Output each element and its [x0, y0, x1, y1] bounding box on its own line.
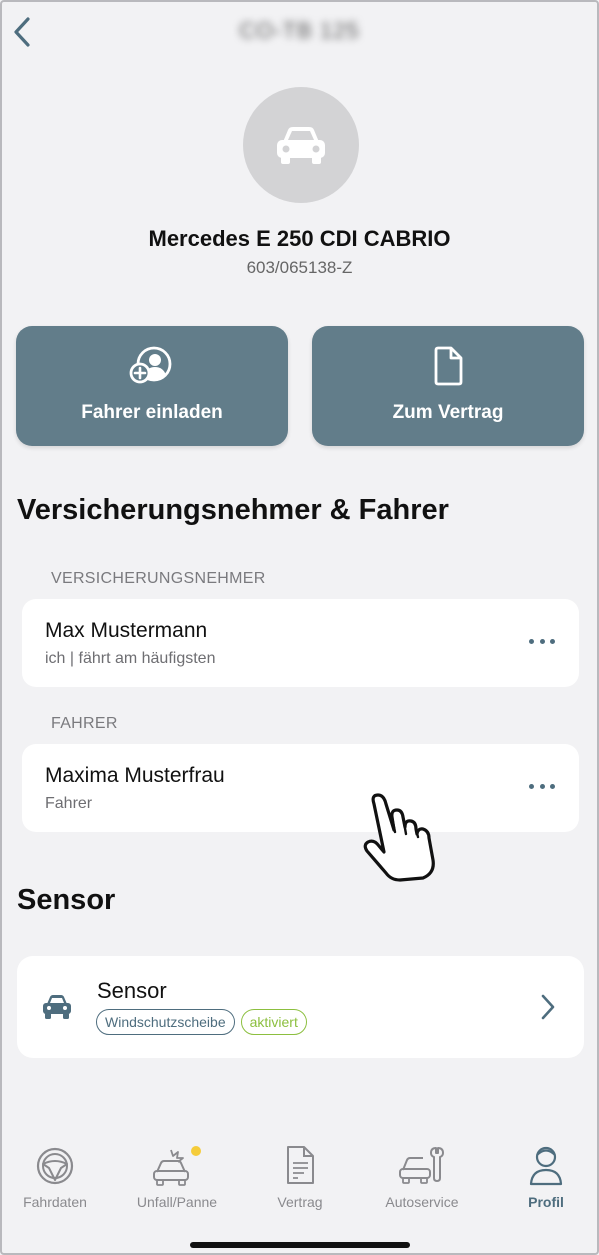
bottom-tab-bar: Fahrdaten Unfall/Panne Vertrag Autoservi… [0, 1140, 599, 1220]
to-contract-button[interactable]: Zum Vertrag [312, 326, 584, 446]
contract-number: 603/065138-Z [246, 258, 353, 277]
profile-icon [529, 1146, 563, 1186]
car-icon [277, 127, 325, 164]
sensor-section-title: Sensor [17, 884, 116, 916]
tab-label: Unfall/Panne [136, 1194, 218, 1210]
tab-label: Fahrdaten [23, 1194, 87, 1210]
invite-driver-button[interactable]: Fahrer einladen [16, 326, 288, 446]
vehicle-name: Mercedes E 250 CDI CABRIO [148, 226, 451, 251]
sensor-card[interactable]: Sensor Windschutzscheibe aktiviert [17, 956, 584, 1058]
tab-unfall-panne[interactable]: Unfall/Panne [117, 1140, 237, 1210]
driver-group-label: FAHRER [51, 715, 118, 732]
driver-card[interactable]: Maxima Musterfrau Fahrer [22, 744, 579, 832]
document-icon [434, 346, 463, 386]
tab-profil[interactable]: Profil [486, 1140, 599, 1210]
pointer-hand-icon [360, 790, 444, 887]
tab-label: Vertrag [277, 1194, 323, 1210]
sensor-name: Sensor [97, 978, 167, 1003]
driver-name: Maxima Musterfrau [45, 764, 225, 787]
tab-vertrag[interactable]: Vertrag [240, 1140, 360, 1210]
to-contract-label: Zum Vertrag [392, 402, 504, 423]
home-indicator[interactable] [190, 1242, 410, 1248]
status-badge: aktiviert [240, 1009, 307, 1035]
policyholder-card[interactable]: Max Mustermann ich | fährt am häufigsten [22, 599, 579, 687]
more-options-icon[interactable] [529, 631, 555, 651]
license-plate-title: CO-TB 125 [239, 18, 360, 43]
policyholder-group-label: VERSICHERUNGSNEHMER [51, 570, 266, 587]
chevron-right-icon [541, 994, 555, 1020]
tab-autoservice[interactable]: Autoservice [362, 1140, 482, 1210]
steering-wheel-icon [36, 1147, 74, 1185]
vehicle-avatar [243, 87, 359, 203]
car-front-icon [43, 995, 71, 1019]
add-user-icon [129, 346, 172, 384]
top-bar: CO-TB 125 [0, 0, 599, 66]
driver-subtitle: Fahrer [45, 795, 93, 812]
car-crash-icon [153, 1146, 201, 1186]
car-service-icon [399, 1147, 444, 1184]
invite-driver-label: Fahrer einladen [81, 402, 223, 423]
tab-fahrdaten[interactable]: Fahrdaten [0, 1140, 115, 1210]
tab-label: Profil [528, 1194, 564, 1210]
sensor-badges: Windschutzscheibe aktiviert [96, 1009, 307, 1035]
policyholder-name: Max Mustermann [45, 619, 208, 642]
more-options-icon[interactable] [529, 776, 555, 796]
policyholder-subtitle: ich | fährt am häufigsten [45, 650, 216, 667]
contract-icon [287, 1146, 314, 1184]
people-section-title: Versicherungsnehmer & Fahrer [17, 494, 449, 526]
windshield-badge: Windschutzscheibe [96, 1009, 235, 1035]
notification-dot [191, 1146, 201, 1156]
tab-label: Autoservice [385, 1194, 459, 1210]
